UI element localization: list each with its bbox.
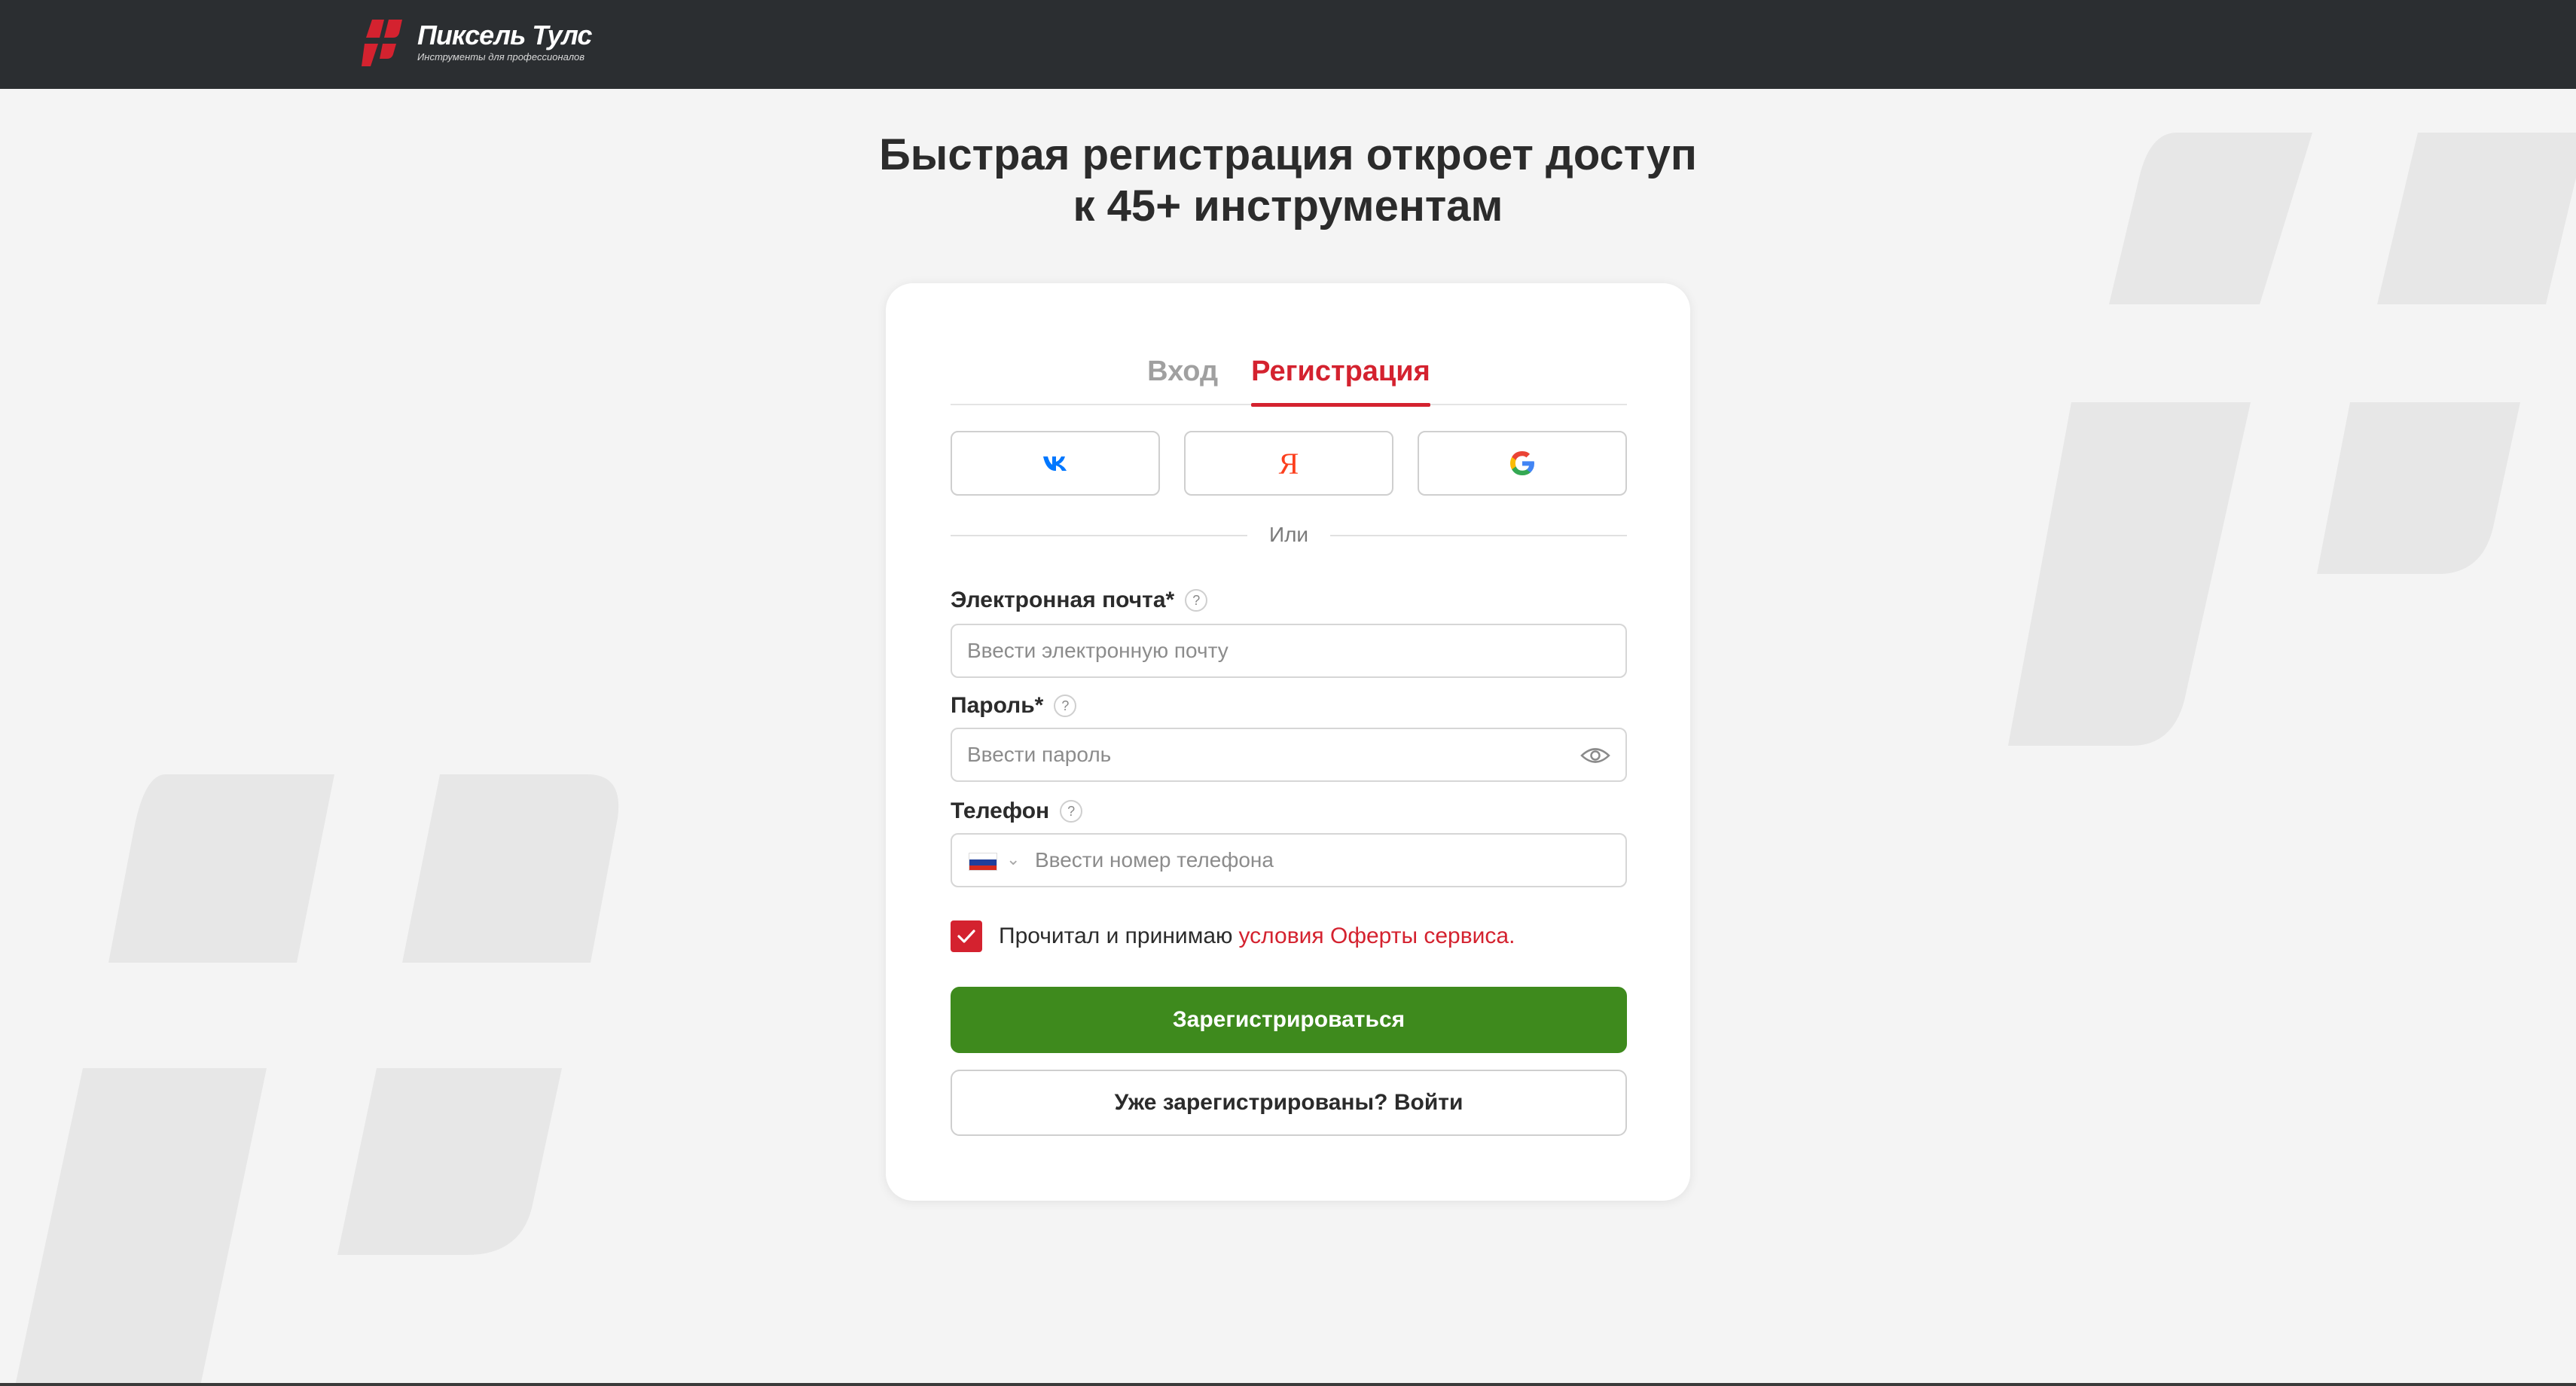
register-button[interactable]: Зарегистрироваться [951, 987, 1627, 1053]
vk-login-button[interactable] [951, 431, 1160, 496]
password-field[interactable] [967, 729, 1585, 780]
deco-shape [402, 774, 619, 963]
brand-logo[interactable]: Пиксель Тулс Инструменты для профессиона… [362, 17, 592, 66]
social-login-buttons: Я [951, 431, 1627, 496]
auth-card: Вход Регистрация Я Или Электронная почта… [886, 283, 1690, 1201]
password-label-text: Пароль* [951, 693, 1044, 718]
country-chevron-down-icon[interactable]: ⌄ [1006, 850, 1020, 869]
checkmark-icon [957, 930, 975, 943]
yandex-login-button[interactable]: Я [1184, 431, 1393, 496]
phone-field[interactable] [1035, 835, 1607, 886]
email-label: Электронная почта* ? [951, 588, 1208, 613]
email-field[interactable] [967, 625, 1585, 676]
email-field-box [951, 624, 1627, 678]
tab-login[interactable]: Вход [1147, 345, 1218, 405]
phone-field-box: ⌄ [951, 833, 1627, 887]
google-icon [1510, 451, 1534, 475]
already-registered-login-button[interactable]: Уже зарегистрированы? Войти [951, 1070, 1627, 1136]
page-title: Быстрая регистрация откроет доступ к 45+… [0, 130, 2576, 232]
terms-consent-text: Прочитал и принимаю [999, 923, 1233, 948]
deco-shape [15, 1068, 267, 1386]
logo-mark-icon [362, 20, 402, 66]
auth-tabs: Вход Регистрация [951, 345, 1627, 407]
vk-icon [1043, 456, 1067, 471]
phone-help-icon[interactable]: ? [1060, 800, 1083, 823]
logo-text: Пиксель Тулс Инструменты для профессиона… [417, 19, 592, 63]
or-divider: Или [951, 521, 1627, 548]
deco-shape [337, 1068, 562, 1255]
terms-checkbox[interactable] [951, 920, 982, 952]
page-title-line-1: Быстрая регистрация откроет доступ [879, 130, 1697, 179]
top-navbar: Пиксель Тулс Инструменты для профессиона… [0, 0, 2576, 89]
password-label: Пароль* ? [951, 693, 1077, 719]
terms-consent: Прочитал и принимаю условия Оферты серви… [951, 920, 1515, 952]
offer-terms-link[interactable]: условия Оферты сервиса. [1239, 923, 1515, 949]
email-label-text: Электронная почта* [951, 588, 1175, 612]
password-help-icon[interactable]: ? [1054, 695, 1077, 717]
phone-label: Телефон ? [951, 798, 1083, 824]
yandex-icon: Я [1278, 446, 1299, 481]
bottom-border [0, 1383, 2576, 1386]
divider-line-right [1330, 535, 1627, 536]
russia-flag-icon[interactable] [969, 853, 997, 871]
deco-shape [2008, 402, 2251, 746]
tab-registration[interactable]: Регистрация [1251, 345, 1430, 407]
show-password-eye-icon[interactable] [1580, 744, 1610, 767]
brand-name: Пиксель Тулс [417, 19, 592, 50]
phone-label-text: Телефон [951, 798, 1050, 823]
password-field-box [951, 728, 1627, 782]
deco-shape [2317, 402, 2520, 574]
google-login-button[interactable] [1418, 431, 1627, 496]
brand-tagline: Инструменты для профессионалов [417, 50, 585, 63]
page: Пиксель Тулс Инструменты для профессиона… [0, 0, 2576, 1386]
email-help-icon[interactable]: ? [1185, 589, 1208, 612]
page-title-line-2: к 45+ инструментам [1073, 182, 1503, 230]
deco-shape [108, 774, 334, 963]
